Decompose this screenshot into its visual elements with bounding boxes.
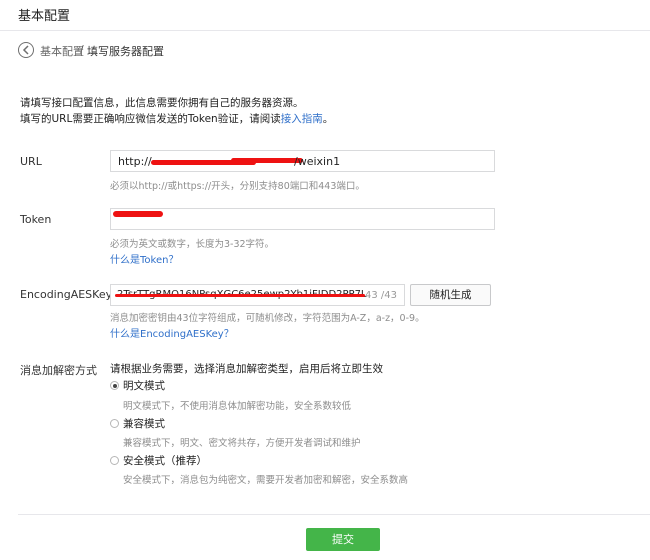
notice-text: 填写的URL需要正确响应微信发送的Token验证，请阅读 bbox=[20, 113, 281, 125]
plaintext-mode-radio[interactable] bbox=[110, 381, 119, 390]
token-field[interactable] bbox=[110, 208, 495, 230]
back-arrow-icon[interactable] bbox=[18, 42, 34, 58]
notice-line-2: 填写的URL需要正确响应微信发送的Token验证，请阅读接入指南。 bbox=[20, 111, 333, 126]
page-title: 基本配置 bbox=[18, 9, 71, 24]
secure-mode-desc: 安全模式下，消息包为纯密文，需要开发者加密和解密，安全系数高 bbox=[123, 475, 409, 486]
what-is-aes-key-link[interactable]: 什么是EncodingAESKey？ bbox=[110, 325, 234, 340]
compatible-mode-desc: 兼容模式下，明文、密文将共存，方便开发者调试和维护 bbox=[123, 438, 361, 449]
token-hint: 必须为英文或数字，长度为3-32字符。 bbox=[110, 239, 275, 250]
breadcrumb-current: 填写服务器配置 bbox=[87, 45, 164, 58]
compatible-mode-label[interactable]: 兼容模式 bbox=[123, 416, 165, 431]
encryption-mode-label: 消息加解密方式 bbox=[20, 364, 97, 377]
access-guide-link[interactable]: 接入指南 bbox=[281, 113, 323, 125]
url-redaction-mark-2 bbox=[231, 158, 303, 163]
token-label: Token bbox=[20, 213, 52, 226]
url-label: URL bbox=[20, 155, 42, 168]
plaintext-mode-label[interactable]: 明文模式 bbox=[123, 378, 165, 393]
notice-line-1: 请填写接口配置信息，此信息需要你拥有自己的服务器资源。 bbox=[20, 97, 304, 109]
aes-key-redaction-mark bbox=[115, 294, 365, 297]
random-generate-button[interactable]: 随机生成 bbox=[410, 284, 491, 306]
encryption-mode-intro: 请根据业务需要，选择消息加解密类型，启用后将立即生效 bbox=[110, 363, 383, 375]
what-is-token-link[interactable]: 什么是Token？ bbox=[110, 251, 178, 266]
secure-mode-radio[interactable] bbox=[110, 456, 119, 465]
secure-mode-label[interactable]: 安全模式（推荐） bbox=[123, 453, 207, 468]
breadcrumb-parent[interactable]: 基本配置 bbox=[40, 43, 84, 59]
footer-divider bbox=[18, 514, 650, 515]
url-suffix-text: /weixin1 bbox=[294, 155, 341, 168]
aes-key-label: EncodingAESKey bbox=[20, 288, 113, 301]
url-prefix-text: http:// bbox=[118, 155, 152, 168]
aes-key-counter: 43 /43 bbox=[365, 290, 397, 301]
page-header: 基本配置 bbox=[0, 0, 650, 31]
token-redaction-mark bbox=[113, 211, 163, 217]
notice-period: 。 bbox=[322, 113, 334, 125]
url-field[interactable]: http:// /weixin1 bbox=[110, 150, 495, 172]
breadcrumb-separator: / bbox=[80, 43, 84, 56]
plaintext-mode-desc: 明文模式下，不使用消息体加解密功能，安全系数较低 bbox=[123, 401, 352, 412]
compatible-mode-radio[interactable] bbox=[110, 419, 119, 428]
url-hint: 必须以http://或https://开头，分别支持80端口和443端口。 bbox=[110, 181, 365, 192]
submit-button[interactable]: 提交 bbox=[306, 528, 380, 551]
aes-key-hint: 消息加密密钥由43位字符组成，可随机修改，字符范围为A-Z，a-z，0-9。 bbox=[110, 313, 425, 324]
aes-key-field[interactable]: 2TsrTTgRMO16NPsqXGC6e25ewp2Yb1iFIDD2PP7L… bbox=[110, 284, 405, 306]
